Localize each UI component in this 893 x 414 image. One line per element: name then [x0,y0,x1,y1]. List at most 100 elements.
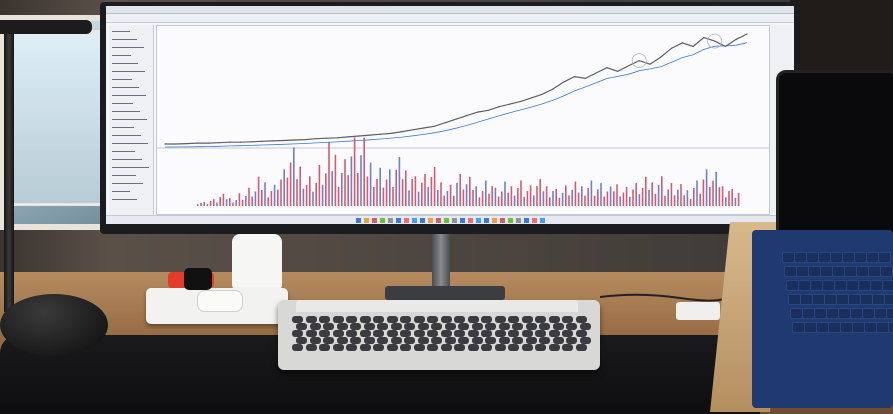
volume-bar [552,191,554,206]
volume-bar [702,179,705,206]
stock-list-item[interactable] [112,159,142,160]
stock-list-item[interactable] [112,55,131,56]
keyboard-key [346,316,357,323]
taskbar-app-icon[interactable] [492,218,497,223]
stock-list-item[interactable] [112,111,140,112]
stock-list-item[interactable] [112,71,145,72]
taskbar-app-icon[interactable] [420,218,425,223]
stock-list-item[interactable] [112,119,147,120]
volume-bar [462,189,465,206]
taskbar-app-icon[interactable] [460,218,465,223]
volume-bar [277,189,279,206]
taskbar-app-icon[interactable] [444,218,449,223]
volume-bar [216,202,218,206]
keyboard-key [305,316,317,323]
stock-list-item[interactable] [112,199,137,200]
volume-bar [555,188,557,206]
price-line [165,33,748,145]
taskbar-app-icon[interactable] [452,218,457,223]
taskbar-app-icon[interactable] [540,218,545,223]
taskbar-app-icon[interactable] [372,218,377,223]
keyboard-key [336,337,348,344]
stock-list-item[interactable] [112,167,149,168]
price-point [358,135,360,137]
volume-bar [590,180,593,206]
volume-bar [273,184,276,206]
volume-bar [398,157,401,206]
taskbar-app-icon[interactable] [524,218,529,223]
stock-list-item[interactable] [112,39,137,40]
stock-list-item[interactable] [112,143,148,144]
taskbar-app-icon[interactable] [516,218,521,223]
price-point [261,140,263,142]
taskbar-app-icon[interactable] [484,218,489,223]
stock-list-item[interactable] [112,95,146,96]
taskbar [106,215,794,224]
keyboard-key [336,323,348,330]
keyboard-key [427,316,438,323]
volume-bar [638,194,641,206]
stock-list-item[interactable] [112,63,138,64]
price-point [627,65,630,67]
tablet-screen [776,70,893,252]
volume-bar [561,192,564,206]
taskbar-app-icon[interactable] [412,218,417,223]
keyboard-key [535,344,546,351]
taskbar-app-icon[interactable] [476,218,481,223]
volume-bar [536,186,538,206]
volume-bar [433,166,436,206]
volume-bar [241,199,244,206]
taskbar-app-icon[interactable] [500,218,505,223]
price-point [552,88,554,90]
taskbar-app-icon[interactable] [468,218,473,223]
stock-list-item[interactable] [112,151,135,152]
stock-list-item[interactable] [112,103,133,104]
keyboard-key [440,344,452,351]
stock-list-item[interactable] [112,191,130,192]
stock-list-item[interactable] [112,87,139,88]
volume-bar [731,188,733,206]
keyboard-key [485,323,496,330]
volume-bar [449,184,452,206]
taskbar-app-icon[interactable] [356,218,361,223]
stock-list-item[interactable] [112,175,136,176]
keyboard-key [508,330,519,337]
taskbar-app-icon[interactable] [380,218,385,223]
stock-list-item[interactable] [112,127,134,128]
volume-bar [465,184,468,206]
taskbar-app-icon[interactable] [364,218,369,223]
lamp-base [0,294,108,356]
tablet-key [888,322,893,333]
taskbar-app-icon[interactable] [532,218,537,223]
volume-bar [363,137,365,206]
volume-bar [584,195,586,206]
volume-bar [344,159,346,206]
volume-bar [267,197,269,206]
taskbar-app-icon[interactable] [508,218,513,223]
stock-list-item[interactable] [112,135,141,136]
keyboard-key [467,316,479,323]
taskbar-app-icon[interactable] [396,218,401,223]
price-point [218,142,220,144]
taskbar-app-icon[interactable] [388,218,393,223]
keyboard-device-tray [296,300,578,312]
window-frame [8,30,109,206]
volume-bar [709,187,711,206]
volume-bar [453,195,455,206]
volume-bar [299,166,301,206]
stock-list-item[interactable] [112,183,143,184]
volume-bar [385,179,388,206]
keyboard-key [359,330,371,337]
keyboard-key [521,316,533,323]
volume-bar [712,180,714,206]
taskbar-app-icon[interactable] [404,218,409,223]
keyboard-key [427,330,438,337]
stock-list-item[interactable] [112,31,130,32]
volume-bar [472,189,474,206]
taskbar-app-icon[interactable] [428,218,433,223]
taskbar-app-icon[interactable] [436,218,441,223]
price-point [681,42,683,44]
stock-list-item[interactable] [112,47,144,48]
stock-list-item[interactable] [112,79,132,80]
stock-list-panel [109,25,154,215]
